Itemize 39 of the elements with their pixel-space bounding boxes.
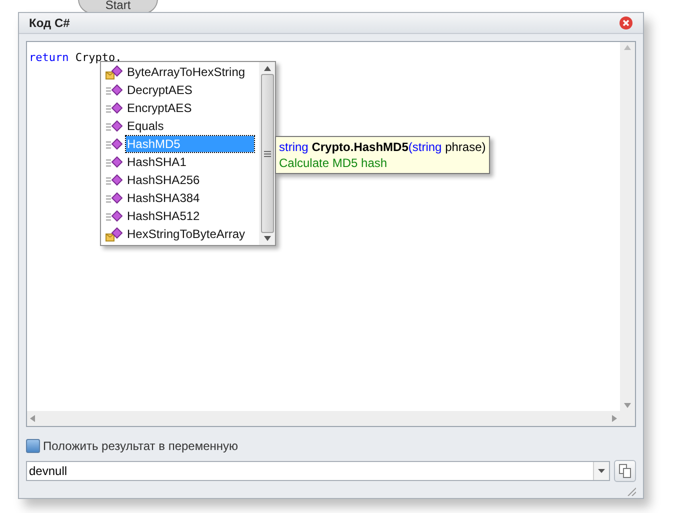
checkbox-label: Положить результат в переменную [43, 438, 238, 455]
up-arrow-icon[interactable] [264, 66, 270, 71]
method-icon [105, 136, 123, 152]
right-arrow-icon[interactable] [612, 415, 617, 422]
close-icon[interactable] [619, 16, 633, 30]
completion-item[interactable]: HashSHA1 [126, 154, 254, 170]
method-icon [105, 118, 123, 134]
completion-item[interactable]: ByteArrayToHexString [126, 64, 254, 80]
completion-item[interactable]: HashSHA256 [126, 172, 254, 188]
method-icon [105, 82, 123, 98]
dropdown-arrow-icon[interactable] [598, 469, 605, 473]
method-signature: string Crypto.HashMD5(string phrase) [279, 139, 486, 155]
completion-item[interactable]: HashSHA512 [126, 208, 254, 224]
down-arrow-icon[interactable] [264, 236, 270, 241]
horizontal-scrollbar[interactable] [27, 411, 620, 426]
extension-method-icon [105, 226, 123, 242]
method-icon [105, 100, 123, 116]
completion-item[interactable]: EncryptAES [126, 100, 254, 116]
method-icon [105, 190, 123, 206]
method-icon [105, 154, 123, 170]
code-editor[interactable]: return Crypto. ByteArrayToHexString DecryptAES EncryptAES Equals HashMD5 HashSHA1 HashSHA256 HashSHA384 HashSHA512 HexStringToByteArray string Crypto.HashMD5(string phrase) Calculate MD5 hash [26, 41, 636, 427]
copy-icon [619, 464, 631, 478]
left-arrow-icon[interactable] [30, 415, 35, 422]
completion-item[interactable]: HexStringToByteArray [126, 226, 254, 242]
scroll-thumb[interactable] [260, 74, 274, 233]
copy-button[interactable] [614, 460, 636, 482]
grip-icon [264, 150, 270, 156]
completion-item[interactable]: HashSHA384 [126, 190, 254, 206]
extension-method-icon [105, 64, 123, 80]
window-title: Код C# [29, 15, 70, 32]
resize-grip-icon[interactable] [626, 486, 636, 496]
completion-item[interactable]: DecryptAES [126, 82, 254, 98]
method-icon [105, 172, 123, 188]
list-scrollbar[interactable] [259, 62, 275, 245]
checkbox[interactable] [26, 439, 40, 453]
completion-item[interactable]: Equals [126, 118, 254, 134]
method-description: Calculate MD5 hash [279, 155, 388, 171]
method-icon [105, 208, 123, 224]
code-line: return Crypto. [29, 51, 122, 64]
